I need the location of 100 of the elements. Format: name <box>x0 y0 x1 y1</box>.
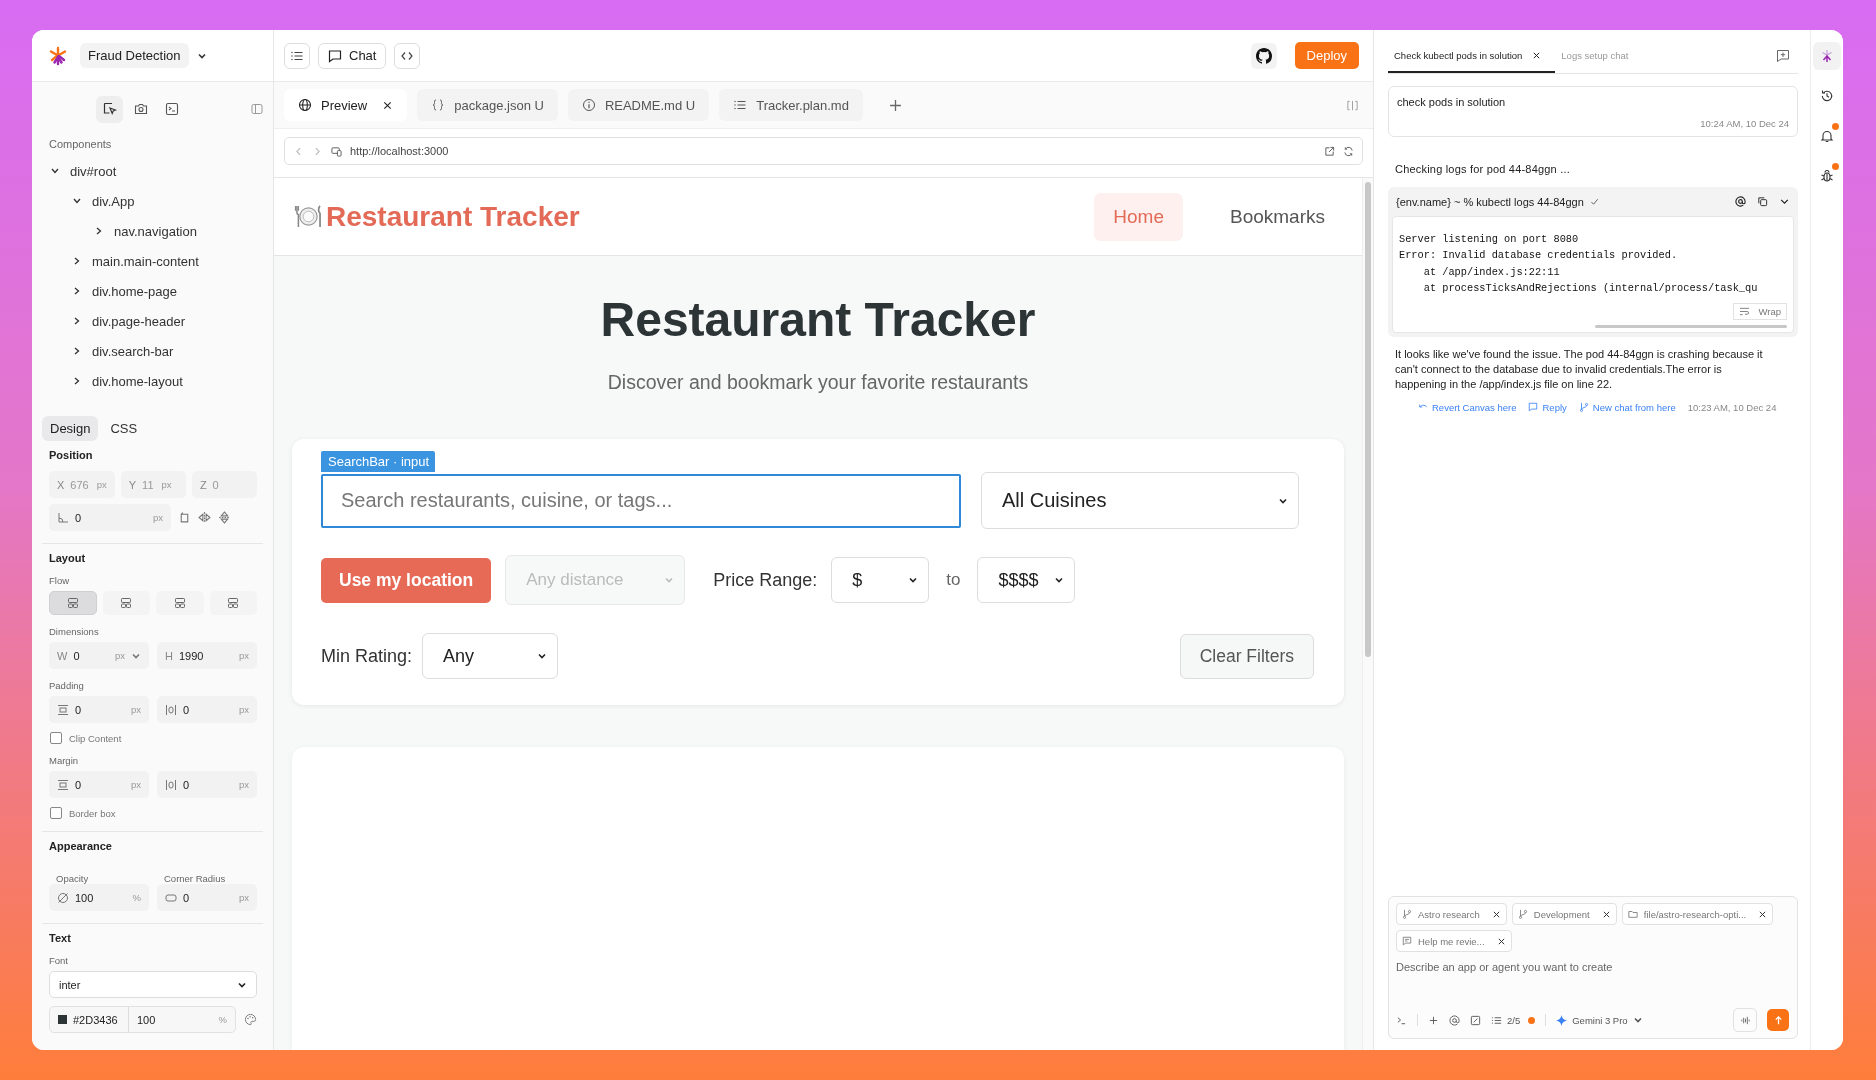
tab-label: Tracker.plan.md <box>756 97 849 113</box>
corner-radius-field[interactable]: 0 px <box>157 884 257 911</box>
rotation-field[interactable]: 0 px <box>49 504 171 531</box>
github-icon[interactable] <box>1250 42 1277 69</box>
tree-item[interactable]: main.main-content <box>92 253 199 269</box>
voice-input-button[interactable] <box>1733 1008 1757 1032</box>
prompt-box[interactable]: Astro research Development file/astro-research-opti... Help me revie... Describe an app or agent you want to create 2/5 Gemini 3 Pro <box>1388 896 1798 1039</box>
context-chip[interactable]: Help me revie... <box>1396 930 1512 952</box>
folder-icon <box>1627 909 1638 919</box>
close-icon[interactable] <box>1491 909 1501 919</box>
panel-toggle-icon[interactable] <box>251 103 263 115</box>
color-field[interactable]: #2D3436 100 % <box>49 1006 236 1033</box>
inspector-tab[interactable]: Design <box>42 416 99 441</box>
close-icon[interactable] <box>1496 936 1506 946</box>
at-sign-icon[interactable] <box>1735 196 1746 207</box>
assistant-icon[interactable] <box>1813 42 1841 70</box>
corner-radius-icon <box>165 891 177 904</box>
chevron-icon[interactable] <box>72 196 82 206</box>
close-icon[interactable] <box>1532 51 1542 60</box>
flow-option-button[interactable] <box>209 591 257 615</box>
tree-item[interactable]: div#root <box>70 163 117 179</box>
horizontal-padding-field[interactable]: 0 px <box>157 696 257 723</box>
close-icon[interactable] <box>1601 909 1611 919</box>
chevron-icon[interactable] <box>72 286 82 296</box>
address-bar[interactable]: http://localhost:3000 <box>284 137 1363 165</box>
vertical-padding-field[interactable]: 0 px <box>49 696 149 723</box>
chevron-icon[interactable] <box>72 316 82 326</box>
flow-option-button[interactable] <box>156 591 204 615</box>
flow-option-button[interactable] <box>49 591 97 615</box>
terminal-icon[interactable] <box>1396 1014 1407 1026</box>
flip-vertical-icon[interactable] <box>218 511 231 524</box>
width-field[interactable]: W 0 px <box>49 642 149 669</box>
search-field[interactable]: Search restaurants, cuisine, or tags... <box>321 473 961 528</box>
tab-label: Preview <box>321 97 368 113</box>
model-selector[interactable]: Gemini 3 Pro <box>1556 1014 1643 1026</box>
min-price-dropdown[interactable]: $ <box>831 557 930 603</box>
tree-item[interactable]: nav.navigation <box>114 223 197 239</box>
rotate-icon[interactable] <box>178 511 191 524</box>
devices-icon[interactable] <box>331 145 342 157</box>
tree-item[interactable]: div.home-layout <box>92 373 183 389</box>
scrollbar[interactable] <box>1595 324 1787 328</box>
message-action-link[interactable]: Revert Canvas here <box>1418 401 1517 413</box>
opacity-field[interactable]: 100 % <box>49 884 149 911</box>
tree-item[interactable]: div.search-bar <box>92 343 174 359</box>
chevron-icon[interactable] <box>72 256 82 266</box>
list-icon <box>733 98 748 112</box>
at-sign-icon[interactable] <box>1449 1014 1460 1026</box>
edit-icon[interactable] <box>1470 1014 1481 1026</box>
price-range-label: Price Range: <box>713 569 818 591</box>
chevron-icon[interactable] <box>94 226 104 236</box>
close-icon[interactable] <box>1758 909 1768 919</box>
copy-icon[interactable] <box>1757 196 1768 207</box>
font-dropdown[interactable]: inter <box>49 971 257 998</box>
message-text: check pods in solution <box>1397 96 1507 108</box>
checkbox[interactable] <box>50 807 62 819</box>
new-chat-icon[interactable] <box>1776 49 1790 63</box>
flow-option-button[interactable] <box>102 591 150 615</box>
add-tab-icon[interactable] <box>888 98 902 112</box>
send-button[interactable] <box>1767 1009 1789 1031</box>
horizontal-margin-field[interactable]: 0 px <box>157 771 257 798</box>
editor-tab[interactable]: Preview <box>284 89 408 121</box>
height-field[interactable]: H 1990 px <box>157 642 257 669</box>
refresh-icon[interactable] <box>1343 145 1354 157</box>
message-action-link[interactable]: New chat from here <box>1578 401 1676 413</box>
chat-tab[interactable]: Check kubectl pods in solution <box>1388 50 1556 73</box>
todo-list-button[interactable]: 2/5 <box>1491 1014 1536 1026</box>
max-price-dropdown[interactable]: $$$$ <box>977 557 1076 603</box>
wrap-button[interactable]: Wrap <box>1733 302 1787 320</box>
tree-item[interactable]: div.home-page <box>92 283 178 299</box>
checkbox[interactable] <box>50 732 62 744</box>
code-icon[interactable] <box>394 42 421 69</box>
rating-dropdown[interactable]: Any <box>422 633 559 679</box>
context-chip[interactable]: Astro research <box>1396 903 1507 925</box>
editor-tab[interactable]: package.json U <box>417 89 558 121</box>
project-button[interactable]: Fraud Detection <box>80 43 189 68</box>
vertical-margin-field[interactable]: 0 px <box>49 771 149 798</box>
chat-button[interactable]: Chat <box>318 42 387 69</box>
message-action-link[interactable]: Reply <box>1528 401 1567 413</box>
external-link-icon[interactable] <box>1324 145 1335 157</box>
chevron-icon[interactable] <box>50 166 60 176</box>
nav-link[interactable]: Bookmarks <box>1210 192 1344 241</box>
context-chip[interactable]: file/astro-research-opti... <box>1621 903 1774 925</box>
editor-tab[interactable]: Tracker.plan.md <box>719 89 863 121</box>
cuisine-dropdown[interactable]: All Cuisines <box>981 472 1299 529</box>
context-chip[interactable]: Development <box>1511 903 1617 925</box>
close-icon[interactable] <box>382 99 394 111</box>
tree-item[interactable]: div.App <box>92 193 135 209</box>
inspector-tab[interactable]: CSS <box>102 416 146 441</box>
list-icon[interactable] <box>284 42 310 69</box>
chevron-icon[interactable] <box>72 346 82 356</box>
clear-filters-button[interactable]: Clear Filters <box>1179 633 1314 679</box>
scrollbar[interactable] <box>1365 182 1371 657</box>
select-tool-icon[interactable] <box>96 95 123 123</box>
add-icon[interactable] <box>1428 1014 1439 1026</box>
tree-item[interactable]: div.page-header <box>92 313 185 329</box>
flip-horizontal-icon[interactable] <box>198 511 211 524</box>
palette-icon[interactable] <box>244 1013 257 1026</box>
section-title: Text <box>49 932 72 944</box>
chevron-icon[interactable] <box>72 376 82 386</box>
editor-tab[interactable]: README.md U <box>567 89 710 121</box>
